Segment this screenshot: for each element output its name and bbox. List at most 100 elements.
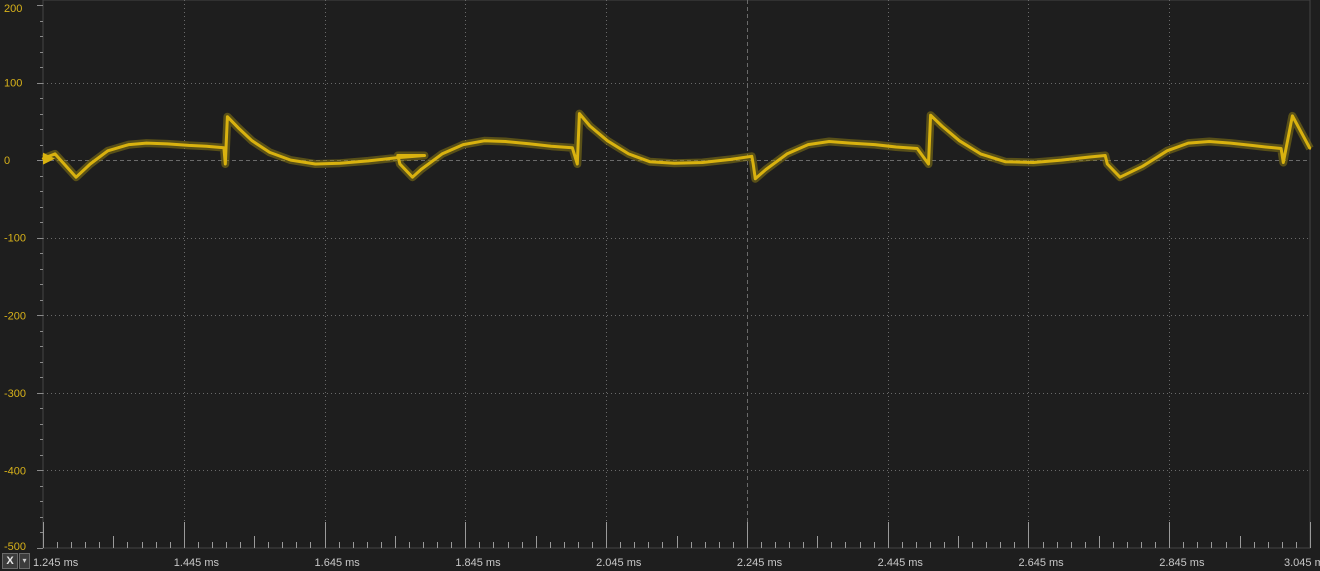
- trace-point: [528, 142, 532, 146]
- trace-point: [752, 162, 755, 166]
- trace-point: [576, 162, 579, 166]
- trace-point: [226, 115, 229, 118]
- trace-point: [483, 139, 486, 142]
- trace-point: [224, 162, 227, 166]
- x-tick-label: 2.645 ms: [1018, 557, 1064, 569]
- trace-point: [1187, 141, 1190, 145]
- trace-point: [205, 145, 208, 148]
- y-tick-label: 100: [4, 78, 22, 90]
- trace-point: [1165, 149, 1169, 152]
- trace-point: [1264, 145, 1267, 149]
- trace-point: [979, 152, 982, 156]
- trace-point: [894, 145, 898, 149]
- trace-point: [268, 151, 271, 154]
- trace-point: [729, 158, 732, 161]
- trace-point: [578, 112, 581, 115]
- trace-point: [1032, 161, 1035, 164]
- trace-point: [106, 149, 110, 152]
- signal-trace[interactable]: [41, 109, 1314, 183]
- trace-point: [236, 126, 240, 129]
- x-axis-button[interactable]: X: [2, 553, 18, 569]
- y-tick-label: 0: [4, 155, 10, 167]
- trace-point: [1118, 176, 1122, 179]
- trace-point: [550, 145, 553, 148]
- trace-point: [828, 140, 831, 143]
- trace-point: [785, 152, 789, 156]
- y-tick-label: -500: [4, 541, 26, 553]
- trace-point: [958, 139, 961, 142]
- trace-point: [571, 146, 574, 149]
- trace-point: [673, 162, 676, 165]
- trace-point: [873, 143, 877, 146]
- x-tick-label: 1.645 ms: [315, 557, 361, 569]
- trace-point: [1208, 140, 1211, 143]
- trace-point: [1291, 114, 1294, 118]
- trace-point: [1308, 147, 1312, 150]
- trace-point: [754, 177, 757, 180]
- oscilloscope-plot[interactable]: 200 100 0 -100 -200 -300 -400 -500 1.245 ms 1.44…: [0, 0, 1320, 571]
- trace-point: [588, 124, 592, 128]
- x-tick-label: 1.845 ms: [455, 557, 501, 569]
- trace-point: [1104, 154, 1107, 157]
- trace-point: [187, 144, 190, 147]
- y-tick-label: 200: [4, 3, 22, 15]
- trace-point: [916, 147, 919, 150]
- trace-point: [289, 158, 292, 162]
- trace-point: [504, 140, 507, 143]
- trace-point: [1141, 165, 1144, 168]
- trace-point: [764, 168, 768, 171]
- trace-point: [250, 139, 254, 142]
- y-tick-label: -400: [4, 465, 26, 477]
- trace-line[interactable]: [42, 112, 1312, 181]
- trace-point: [1088, 155, 1091, 159]
- trace-point: [627, 152, 630, 156]
- trace-point: [411, 176, 414, 179]
- trace-point: [606, 139, 609, 142]
- trace-point: [127, 143, 131, 146]
- trace-point: [222, 146, 226, 149]
- trace-point: [927, 162, 930, 166]
- trace-point: [1004, 160, 1007, 163]
- trace-point: [367, 159, 370, 163]
- x-axis: 1.245 ms 1.445 ms 1.645 ms 1.845 ms 2.045 ms…: [33, 557, 1320, 569]
- trace-point: [419, 168, 423, 171]
- x-tick-label: 2.845 ms: [1159, 557, 1205, 569]
- x-tick-label: 2.045 ms: [596, 557, 642, 569]
- trace-point: [648, 160, 651, 163]
- trace-point: [314, 162, 317, 166]
- trace-point: [166, 142, 169, 146]
- trace-point: [398, 162, 402, 166]
- trace-point: [89, 162, 92, 166]
- trace-point: [462, 143, 465, 146]
- x-tick-label: 2.445 ms: [878, 557, 924, 569]
- y-axis: 200 100 0 -100 -200 -300 -400 -500: [4, 3, 26, 553]
- trace-point: [929, 114, 932, 117]
- trace-point: [1282, 161, 1285, 164]
- trace-point: [145, 141, 148, 145]
- trace-point: [396, 154, 399, 157]
- chevron-down-icon[interactable]: ▾: [19, 553, 30, 569]
- x-tick-label: 1.445 ms: [174, 557, 220, 569]
- trace-point: [1250, 144, 1253, 147]
- trace-point: [53, 152, 57, 156]
- grid: [42, 0, 1311, 549]
- x-tick-label: 2.245 ms: [737, 557, 783, 569]
- trace-point: [849, 141, 852, 145]
- trace-point: [1060, 158, 1063, 162]
- trace-point: [1279, 147, 1283, 150]
- trace-point: [440, 152, 444, 156]
- trace-point: [701, 161, 704, 164]
- x-tick-label: 3.045 ms: [1284, 557, 1320, 569]
- trace-point: [338, 162, 342, 165]
- trace-point: [74, 176, 78, 179]
- y-tick-label: -100: [4, 233, 26, 245]
- trace-point: [1229, 141, 1232, 145]
- trace-point: [423, 154, 426, 157]
- x-tick-label: 1.245 ms: [33, 557, 79, 569]
- y-tick-label: -200: [4, 310, 26, 322]
- x-minor-ticks: [37, 5, 1311, 549]
- y-tick-label: -300: [4, 388, 26, 400]
- plot-frame: [42, 0, 1311, 549]
- trace-point: [395, 156, 398, 159]
- trace-point: [1106, 162, 1109, 166]
